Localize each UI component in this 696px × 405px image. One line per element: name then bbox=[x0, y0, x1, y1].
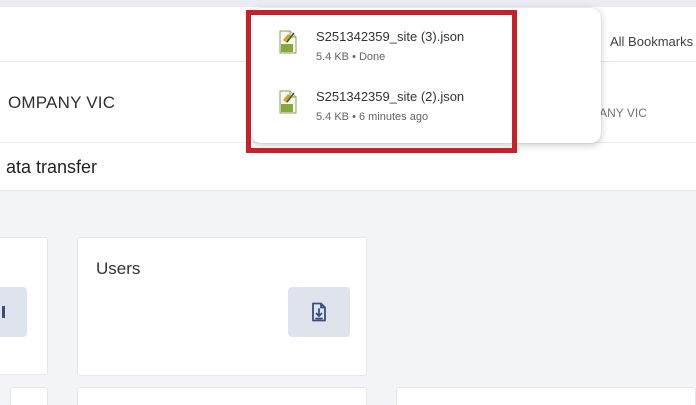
bottom-card bbox=[77, 387, 367, 405]
downloads-panel: S251342359_site (3).json 5.4 KB • Done S… bbox=[251, 8, 601, 143]
company-name: OMPANY VIC bbox=[8, 93, 116, 112]
page: All Bookmarks OMPANY VIC PANY VIC ata tr… bbox=[0, 0, 696, 405]
partial-download-button[interactable] bbox=[0, 287, 27, 337]
download-file-meta: 5.4 KB • 6 minutes ago bbox=[316, 111, 429, 123]
json-file-icon bbox=[279, 30, 297, 54]
all-bookmarks-button[interactable]: All Bookmarks bbox=[610, 34, 693, 49]
json-file-icon bbox=[279, 90, 297, 114]
users-card-title: Users bbox=[96, 259, 141, 278]
download-item[interactable]: S251342359_site (2).json 5.4 KB • 6 minu… bbox=[251, 82, 601, 130]
main-content: Users bbox=[0, 190, 696, 405]
page-title: ata transfer bbox=[6, 157, 98, 177]
download-icon bbox=[312, 302, 326, 322]
bottom-card bbox=[396, 387, 696, 405]
bottom-card-partial bbox=[10, 387, 48, 405]
download-file-name: S251342359_site (3).json bbox=[316, 29, 465, 44]
partial-card bbox=[0, 237, 48, 375]
download-file-meta: 5.4 KB • Done bbox=[316, 51, 386, 63]
users-card: Users bbox=[77, 237, 367, 376]
download-item[interactable]: S251342359_site (3).json 5.4 KB • Done bbox=[251, 22, 601, 70]
users-download-button[interactable] bbox=[288, 287, 350, 337]
download-file-name: S251342359_site (2).json bbox=[316, 89, 465, 104]
download-icon bbox=[2, 306, 5, 318]
subheader: ata transfer bbox=[0, 143, 696, 190]
